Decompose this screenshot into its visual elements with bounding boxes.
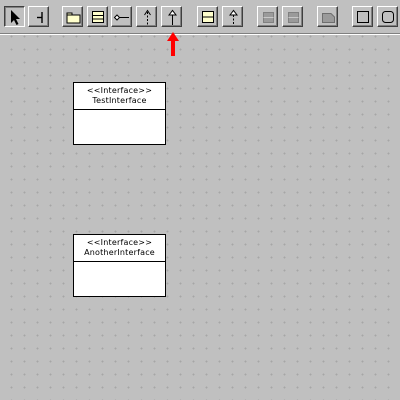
interface-header: <<Interface>> AnotherInterface — [74, 235, 165, 262]
broom-button[interactable] — [28, 6, 49, 27]
broom-icon — [37, 12, 43, 23]
interface-box-test[interactable]: <<Interface>> TestInterface — [73, 82, 166, 145]
rounded-rectangle-icon — [382, 11, 394, 23]
rectangle-icon — [357, 11, 369, 23]
disabled-tool-button-1[interactable] — [257, 6, 278, 27]
select-arrow-icon — [11, 10, 20, 25]
diagram-canvas[interactable]: <<Interface>> TestInterface <<Interface>… — [0, 35, 400, 400]
note-button[interactable] — [317, 6, 338, 27]
disabled-class-icon — [288, 12, 299, 23]
interface-button[interactable] — [197, 6, 218, 27]
interface-icon — [202, 11, 214, 23]
class-icon — [92, 11, 104, 23]
interface-header: <<Interface>> TestInterface — [74, 83, 165, 110]
generalization-icon — [167, 9, 178, 25]
rounded-rectangle-button[interactable] — [377, 6, 398, 27]
interface-operations-compartment — [74, 110, 165, 144]
select-button[interactable] — [4, 6, 25, 27]
realization-icon — [228, 9, 239, 25]
rectangle-button[interactable] — [352, 6, 373, 27]
package-icon — [66, 12, 81, 24]
class-button[interactable] — [87, 6, 108, 27]
dependency-button[interactable] — [136, 6, 157, 27]
interface-operations-compartment — [74, 262, 165, 296]
annotation-arrow-icon — [167, 32, 179, 56]
toolbar — [0, 0, 400, 34]
interface-name: TestInterface — [92, 96, 147, 105]
interface-box-another[interactable]: <<Interface>> AnotherInterface — [73, 234, 166, 297]
realization-button[interactable] — [222, 6, 243, 27]
package-button[interactable] — [62, 6, 83, 27]
disabled-tool-button-2[interactable] — [282, 6, 303, 27]
association-icon — [113, 14, 129, 21]
uml-editor: <<Interface>> TestInterface <<Interface>… — [0, 0, 400, 400]
interface-name: AnotherInterface — [84, 248, 155, 257]
generalization-button[interactable] — [161, 6, 182, 27]
association-button[interactable] — [111, 6, 132, 27]
note-icon — [322, 13, 335, 23]
dependency-icon — [144, 9, 151, 25]
interface-stereotype: <<Interface>> — [86, 86, 153, 95]
disabled-class-icon — [263, 12, 274, 23]
interface-stereotype: <<Interface>> — [86, 238, 153, 247]
